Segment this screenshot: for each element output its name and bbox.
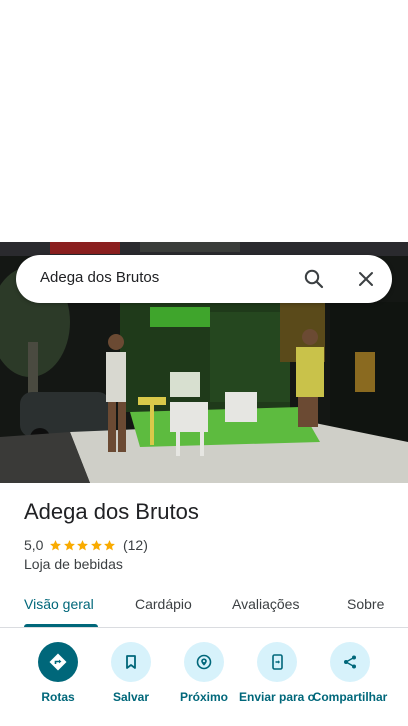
share-icon — [330, 642, 370, 682]
search-bar[interactable]: Adega dos Brutos — [16, 255, 392, 303]
star-icon — [50, 539, 62, 550]
directions-button[interactable]: Rotas — [18, 642, 98, 726]
nearby-button[interactable]: Próximo — [164, 642, 244, 726]
send-to-phone-icon — [257, 642, 297, 682]
nearby-label: Próximo — [179, 690, 228, 704]
directions-label: Rotas — [41, 690, 75, 704]
star-rating — [49, 539, 117, 552]
tab-bar: Visão geral Cardápio Avaliações Sobre — [0, 585, 408, 628]
search-icon[interactable] — [302, 267, 326, 291]
place-category: Loja de bebidas — [24, 556, 123, 572]
save-label: Salvar — [112, 690, 150, 704]
send-to-phone-button[interactable]: Enviar para o — [237, 642, 317, 726]
send-to-phone-label: Enviar para o — [238, 690, 316, 704]
tab-menu[interactable]: Cardápio — [135, 596, 192, 612]
divider — [0, 627, 408, 628]
rating-row[interactable]: 5,0 (12) — [24, 536, 148, 554]
share-button[interactable]: Compartilhar — [310, 642, 390, 726]
rating-value: 5,0 — [24, 537, 44, 553]
close-icon[interactable] — [354, 267, 378, 291]
star-icon — [64, 539, 75, 550]
place-title: Adega dos Brutos — [24, 499, 199, 524]
share-label: Compartilhar — [312, 690, 388, 704]
tab-about[interactable]: Sobre — [347, 596, 384, 612]
save-button[interactable]: Salvar — [91, 642, 171, 726]
tab-overview[interactable]: Visão geral — [24, 596, 94, 612]
star-icon — [91, 539, 102, 550]
star-icon — [104, 539, 116, 550]
review-count[interactable]: (12) — [123, 537, 148, 553]
tab-reviews[interactable]: Avaliações — [232, 596, 299, 612]
search-input[interactable]: Adega dos Brutos — [40, 269, 159, 286]
bookmark-icon — [111, 642, 151, 682]
nearby-icon — [184, 642, 224, 682]
map-area — [0, 0, 408, 242]
star-icon — [77, 539, 89, 550]
directions-icon — [38, 642, 78, 682]
